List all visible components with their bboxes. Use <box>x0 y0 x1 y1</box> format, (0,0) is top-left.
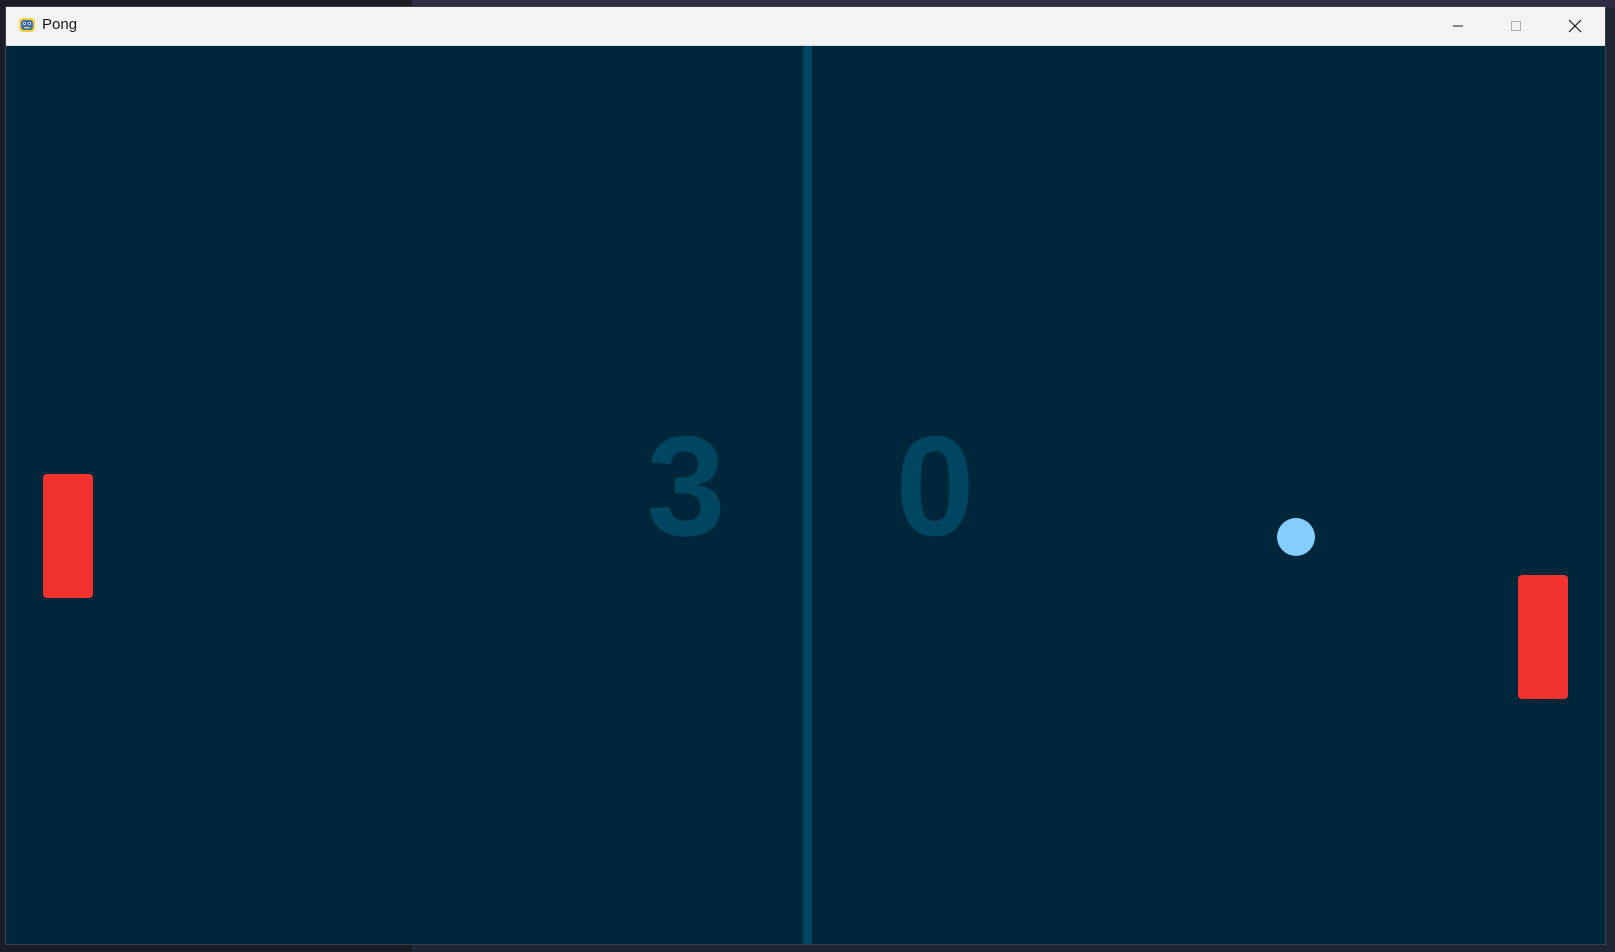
title-bar[interactable]: Pong <box>6 7 1605 46</box>
score-left: 3 <box>646 407 726 566</box>
close-icon <box>1568 19 1582 33</box>
right-paddle <box>1518 575 1568 699</box>
left-paddle <box>43 474 93 598</box>
window-title: Pong <box>42 16 78 33</box>
center-net <box>803 46 812 944</box>
minimize-button[interactable] <box>1429 7 1487 45</box>
minimize-icon <box>1453 25 1463 27</box>
pong-window: Pong 3 0 <box>6 7 1605 944</box>
score-right: 0 <box>895 407 975 566</box>
maximize-button[interactable] <box>1487 7 1545 45</box>
game-court[interactable]: 3 0 <box>6 46 1605 944</box>
maximize-icon <box>1511 21 1521 31</box>
pygame-snake-icon <box>19 18 35 32</box>
close-button[interactable] <box>1546 7 1604 45</box>
ball <box>1277 518 1315 556</box>
